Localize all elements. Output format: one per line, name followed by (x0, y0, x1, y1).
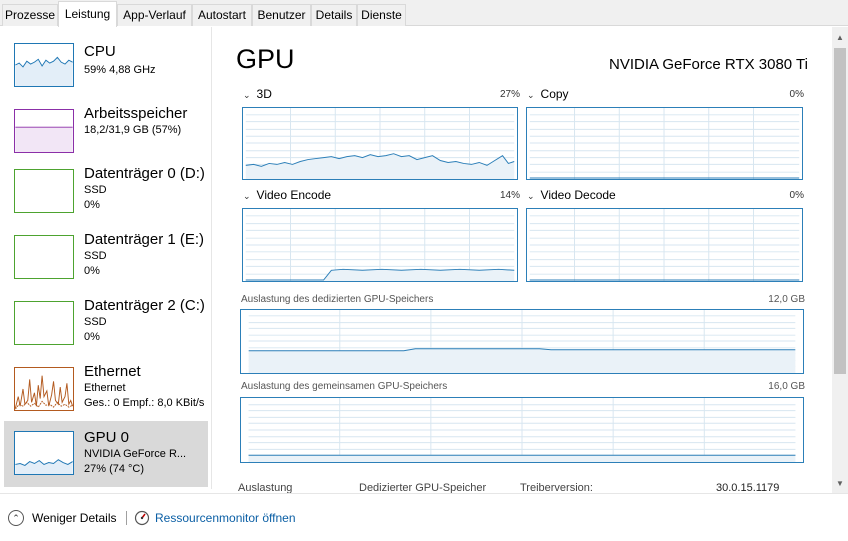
tab-app-verlauf[interactable]: App-Verlauf (117, 4, 192, 26)
shared-memory-label: Auslastung des gemeinsamen GPU-Speichers (241, 381, 448, 392)
sidebar-item-sub: SSD (84, 250, 107, 262)
tab-benutzer[interactable]: Benutzer (252, 4, 311, 26)
bottom-bar: ⌃ Weniger Details Ressourcenmonitor öffn… (0, 493, 848, 541)
engine-percent: 27% (499, 89, 520, 100)
sidebar-item-sub: Ges.: 0 Empf.: 8,0 KBit/s (84, 397, 205, 409)
scrollbar-thumb[interactable] (834, 48, 846, 374)
engine-selector-copy[interactable]: ⌄ Copy (527, 87, 569, 101)
engine-label: Video Decode (540, 188, 616, 202)
tab-details[interactable]: Details (311, 4, 357, 26)
shared-memory-max: 16,0 GB (768, 381, 805, 392)
divider (126, 511, 127, 525)
less-details-button[interactable]: ⌃ Weniger Details (8, 510, 116, 526)
sidebar-item-title: Datenträger 0 (D:) (84, 165, 205, 182)
chevron-down-icon: ⌄ (243, 191, 251, 201)
engine-percent: 0% (789, 190, 804, 201)
engine-percent: 14% (499, 190, 520, 201)
sidebar-item-sub: 0% (84, 265, 100, 277)
sidebar-item-title: Datenträger 2 (C:) (84, 297, 205, 314)
sidebar-item-arbeitsspeicher[interactable]: Arbeitsspeicher 18,2/31,9 GB (57%) (4, 105, 208, 169)
engine-selector-video-encode[interactable]: ⌄ Video Encode (243, 188, 331, 202)
ethernet-thumbnail-graph (14, 367, 74, 411)
resource-monitor-icon (134, 510, 150, 526)
less-details-label: Weniger Details (32, 511, 117, 525)
engine-label: 3D (256, 87, 272, 101)
dedicated-memory-max: 12,0 GB (768, 294, 805, 305)
chevron-down-icon: ⌄ (527, 90, 535, 100)
sidebar-item-gpu-0[interactable]: GPU 0 NVIDIA GeForce R... 27% (74 °C) (4, 421, 208, 487)
scroll-down-arrow-icon[interactable]: ▼ (832, 476, 848, 492)
disk-1-thumbnail-graph (14, 235, 74, 279)
chevron-down-icon: ⌄ (527, 191, 535, 201)
sidebar-item-disk-2[interactable]: Datenträger 2 (C:) SSD 0% (4, 297, 208, 361)
dedicated-memory-label: Auslastung des dedizierten GPU-Speichers (241, 294, 434, 305)
engine-selector-video-decode[interactable]: ⌄ Video Decode (527, 188, 616, 202)
sidebar-item-title: CPU (84, 43, 116, 60)
sidebar-item-disk-0[interactable]: Datenträger 0 (D:) SSD 0% (4, 165, 208, 229)
page-title: GPU (236, 44, 295, 74)
sidebar-item-disk-1[interactable]: Datenträger 1 (E:) SSD 0% (4, 231, 208, 295)
dedicated-memory-graph (240, 309, 804, 374)
tab-autostart[interactable]: Autostart (192, 4, 252, 26)
engine-percent: 0% (789, 89, 804, 100)
disk-2-thumbnail-graph (14, 301, 74, 345)
engine-label: Video Encode (256, 188, 332, 202)
sidebar-item-ethernet[interactable]: Ethernet Ethernet Ges.: 0 Empf.: 8,0 KBi… (4, 363, 208, 427)
sidebar-item-sub: Ethernet (84, 382, 126, 394)
gpu-thumbnail-graph (14, 431, 74, 475)
sidebar-item-cpu[interactable]: CPU 59% 4,88 GHz (4, 39, 208, 103)
sidebar-item-sub: 18,2/31,9 GB (57%) (84, 124, 182, 136)
gpu-3d-graph (242, 107, 518, 180)
sidebar-item-sub: 0% (84, 199, 100, 211)
shared-memory-graph (240, 397, 804, 463)
sidebar-item-title: Datenträger 1 (E:) (84, 231, 205, 248)
scroll-up-arrow-icon[interactable]: ▲ (832, 30, 848, 46)
sidebar-item-sub: 59% 4,88 GHz (84, 64, 156, 76)
cpu-thumbnail-graph (14, 43, 74, 87)
gpu-copy-graph (526, 107, 803, 180)
sidebar-item-title: Ethernet (84, 363, 141, 380)
memory-thumbnail-graph (14, 109, 74, 153)
gpu-video-decode-graph (526, 208, 803, 282)
resource-monitor-link[interactable]: Ressourcenmonitor öffnen (134, 510, 296, 526)
engine-selector-3d[interactable]: ⌄ 3D (243, 87, 272, 101)
engine-label: Copy (540, 87, 569, 101)
tab-bar: Prozesse Leistung App-Verlauf Autostart … (0, 0, 848, 27)
resource-monitor-label: Ressourcenmonitor öffnen (155, 511, 296, 525)
chevron-up-icon: ⌃ (8, 510, 24, 526)
performance-sidebar: CPU 59% 4,88 GHz Arbeitsspeicher 18,2/31… (0, 27, 212, 489)
tab-dienste[interactable]: Dienste (357, 4, 406, 26)
disk-0-thumbnail-graph (14, 169, 74, 213)
chevron-down-icon: ⌄ (243, 90, 251, 100)
sidebar-item-sub: SSD (84, 184, 107, 196)
tab-leistung[interactable]: Leistung (58, 1, 117, 27)
sidebar-item-sub: NVIDIA GeForce R... (84, 448, 187, 460)
sidebar-item-title: GPU 0 (84, 429, 130, 446)
sidebar-item-sub: 27% (74 °C) (84, 463, 145, 475)
sidebar-item-sub: SSD (84, 316, 107, 328)
sidebar-item-sub: 0% (84, 331, 100, 343)
gpu-video-encode-graph (242, 208, 518, 282)
sidebar-item-title: Arbeitsspeicher (84, 105, 188, 122)
tab-prozesse[interactable]: Prozesse (2, 4, 58, 26)
gpu-device-name: NVIDIA GeForce RTX 3080 Ti (609, 56, 808, 73)
